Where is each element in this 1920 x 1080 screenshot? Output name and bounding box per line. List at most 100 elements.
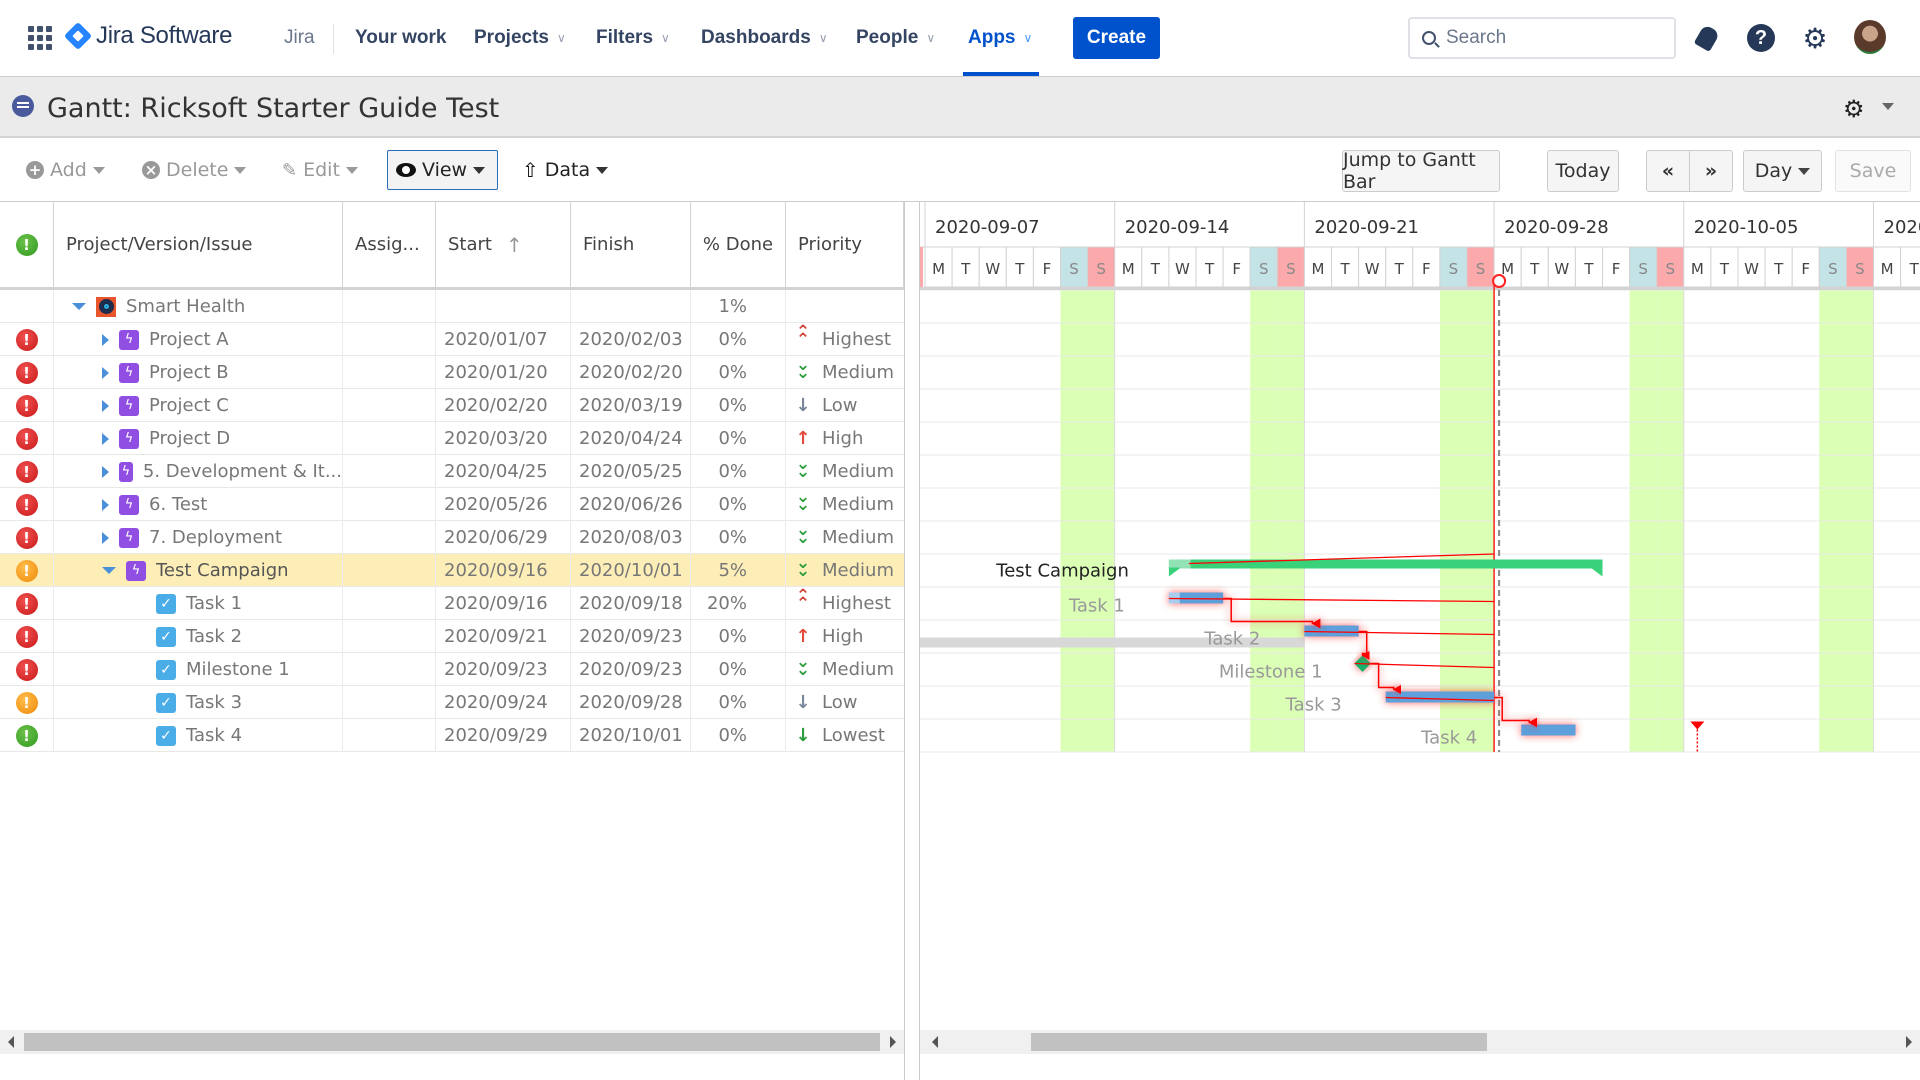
finish-cell[interactable]: 2020/10/01 [571, 554, 691, 587]
percent-done-cell[interactable]: 1% [691, 290, 786, 323]
caret-down-icon[interactable] [1882, 103, 1894, 110]
finish-cell[interactable]: 2020/02/03 [571, 323, 691, 356]
table-row[interactable]: ! ϟ Test Campaign 2020/09/16 2020/10/01 5… [0, 554, 904, 587]
issue-name[interactable]: Project B [149, 362, 229, 383]
column-name[interactable]: Project/Version/Issue [54, 202, 343, 287]
column-status[interactable]: ! [0, 202, 54, 287]
table-row[interactable]: ! ϟ Project A 2020/01/07 2020/02/03 0% ⌃ ⌃… [0, 323, 904, 356]
column-percent-done[interactable]: % Done [691, 202, 786, 287]
issue-name[interactable]: Task 4 [186, 725, 242, 746]
percent-done-cell[interactable]: 0% [691, 521, 786, 554]
finish-cell[interactable]: 2020/09/23 [571, 653, 691, 686]
start-cell[interactable]: 2020/09/24 [436, 686, 571, 719]
name-cell[interactable]: ϟ Project B [54, 356, 343, 389]
table-row[interactable]: ! ϟ 7. Deployment 2020/06/29 2020/08/03 0… [0, 521, 904, 554]
current-date-marker-icon[interactable] [1492, 274, 1507, 288]
expand-icon[interactable] [102, 432, 109, 445]
scale-select[interactable]: Day [1743, 150, 1822, 192]
expand-icon[interactable] [102, 333, 109, 346]
scroll-right-arrow-icon[interactable] [1906, 1036, 1912, 1048]
start-cell[interactable]: 2020/03/20 [436, 422, 571, 455]
percent-done-cell[interactable]: 0% [691, 323, 786, 356]
scrollbar-thumb[interactable] [24, 1033, 880, 1051]
name-cell[interactable]: ✓ Milestone 1 [54, 653, 343, 686]
issue-name[interactable]: Task 3 [186, 692, 242, 713]
delete-button[interactable]: × Delete [134, 150, 254, 190]
column-priority[interactable]: Priority [786, 202, 904, 287]
today-button[interactable]: Today [1547, 150, 1619, 192]
scroll-right-arrow-icon[interactable] [890, 1036, 896, 1048]
start-cell[interactable]: 2020/04/25 [436, 455, 571, 488]
start-cell[interactable]: 2020/01/07 [436, 323, 571, 356]
percent-done-cell[interactable]: 0% [691, 389, 786, 422]
percent-done-cell[interactable]: 0% [691, 686, 786, 719]
name-cell[interactable]: ✓ Task 3 [54, 686, 343, 719]
settings-button[interactable]: ⚙ [1800, 23, 1830, 54]
name-cell[interactable]: ϟ Project C [54, 389, 343, 422]
name-cell[interactable]: ✓ Task 4 [54, 719, 343, 752]
name-cell[interactable]: ✓ Task 1 [54, 587, 343, 620]
percent-done-cell[interactable]: 0% [691, 653, 786, 686]
finish-cell[interactable]: 2020/06/26 [571, 488, 691, 521]
assignee-cell[interactable] [343, 620, 436, 653]
add-button[interactable]: + Add [18, 150, 113, 190]
finish-cell[interactable]: 2020/02/20 [571, 356, 691, 389]
priority-cell[interactable]: ↓ Lowest [786, 719, 904, 752]
start-cell[interactable] [436, 290, 571, 323]
scroll-forward-button[interactable]: » [1689, 150, 1733, 192]
nav-your-work[interactable]: Your work [355, 27, 447, 49]
priority-cell[interactable]: ↓ Low [786, 389, 904, 422]
view-button[interactable]: View [387, 150, 498, 190]
task-bar[interactable] [1521, 724, 1576, 736]
column-finish[interactable]: Finish [571, 202, 691, 287]
finish-cell[interactable]: 2020/05/25 [571, 455, 691, 488]
deadline-marker-icon[interactable] [1690, 721, 1705, 730]
task-bar[interactable] [1385, 691, 1495, 703]
search-input[interactable]: Search [1408, 17, 1676, 59]
table-horizontal-scrollbar[interactable] [0, 1030, 904, 1054]
issue-name[interactable]: 5. Development & It... [143, 461, 342, 482]
start-cell[interactable]: 2020/09/16 [436, 554, 571, 587]
assignee-cell[interactable] [343, 554, 436, 587]
start-cell[interactable]: 2020/06/29 [436, 521, 571, 554]
expand-icon[interactable] [102, 399, 109, 412]
percent-done-cell[interactable]: 0% [691, 422, 786, 455]
nav-filters[interactable]: Filters ∨ [596, 27, 670, 49]
notifications-button[interactable] [1692, 23, 1722, 53]
assignee-cell[interactable] [343, 455, 436, 488]
issue-name[interactable]: Smart Health [126, 296, 245, 317]
scrollbar-thumb[interactable] [1031, 1033, 1487, 1051]
priority-cell[interactable]: ↑ High [786, 620, 904, 653]
finish-cell[interactable]: 2020/09/23 [571, 620, 691, 653]
assignee-cell[interactable] [343, 653, 436, 686]
issue-name[interactable]: Project A [149, 329, 229, 350]
nav-apps[interactable]: Apps ∨ [968, 27, 1032, 49]
name-cell[interactable]: ϟ Project A [54, 323, 343, 356]
priority-cell[interactable] [786, 290, 904, 323]
assignee-cell[interactable] [343, 719, 436, 752]
finish-cell[interactable]: 2020/10/01 [571, 719, 691, 752]
scroll-left-arrow-icon[interactable] [8, 1036, 14, 1048]
app-switcher-icon[interactable] [28, 26, 52, 50]
finish-cell[interactable]: 2020/09/18 [571, 587, 691, 620]
issue-name[interactable]: Project D [149, 428, 230, 449]
issue-name[interactable]: Project C [149, 395, 229, 416]
finish-cell[interactable]: 2020/04/24 [571, 422, 691, 455]
assignee-cell[interactable] [343, 686, 436, 719]
start-cell[interactable]: 2020/02/20 [436, 389, 571, 422]
name-cell[interactable]: ✓ Task 2 [54, 620, 343, 653]
table-row[interactable]: ! ϟ Project B 2020/01/20 2020/02/20 0% ⌄ ⌄… [0, 356, 904, 389]
jira-software-logo[interactable]: Jira Software [63, 21, 232, 51]
nav-projects[interactable]: Projects ∨ [474, 27, 566, 49]
issue-name[interactable]: 7. Deployment [149, 527, 282, 548]
finish-cell[interactable]: 2020/03/19 [571, 389, 691, 422]
help-button[interactable]: ? [1746, 23, 1776, 53]
start-cell[interactable]: 2020/05/26 [436, 488, 571, 521]
percent-done-cell[interactable]: 0% [691, 455, 786, 488]
finish-cell[interactable]: 2020/08/03 [571, 521, 691, 554]
table-row[interactable]: ! ϟ Project D 2020/03/20 2020/04/24 0% ↑ H… [0, 422, 904, 455]
table-row[interactable]: ! ϟ 5. Development & It... 2020/04/25 202… [0, 455, 904, 488]
table-row[interactable]: ! ✓ Task 3 2020/09/24 2020/09/28 0% ↓ Low [0, 686, 904, 719]
start-cell[interactable]: 2020/09/29 [436, 719, 571, 752]
expand-icon[interactable] [102, 465, 109, 478]
